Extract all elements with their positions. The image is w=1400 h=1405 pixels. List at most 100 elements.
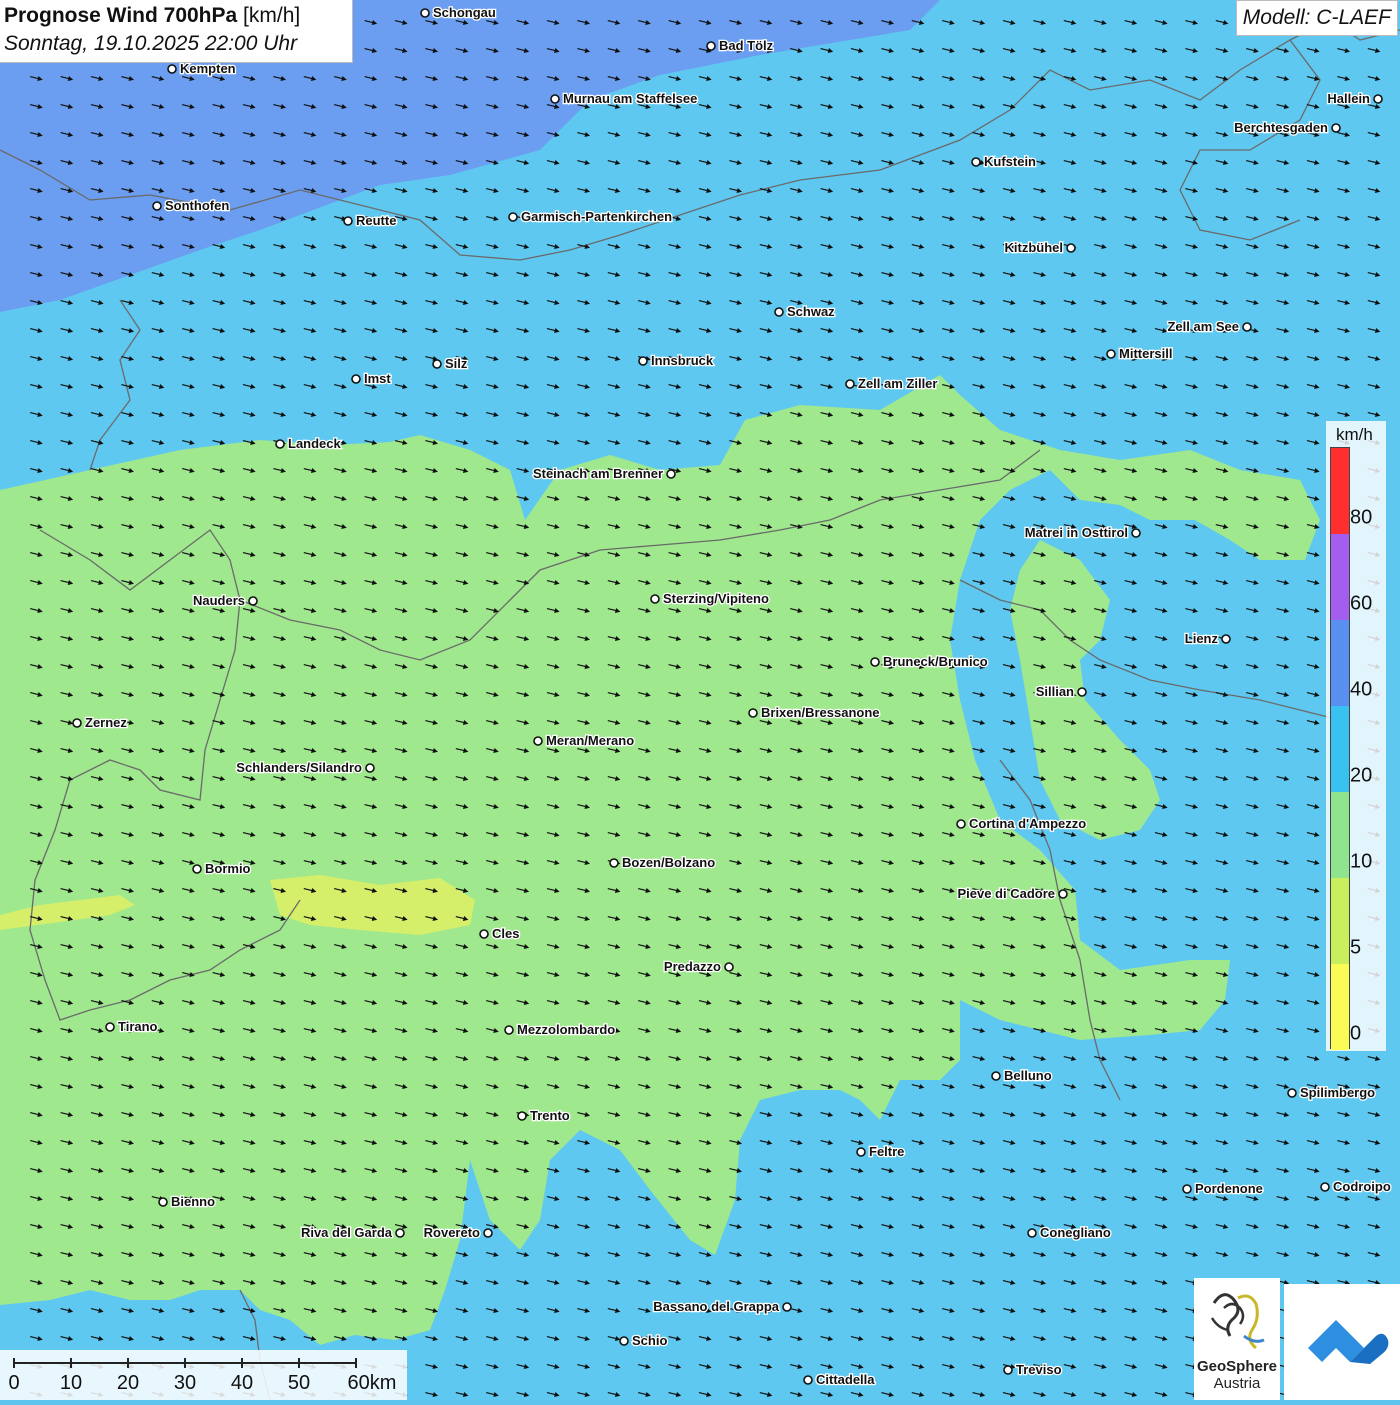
scale-bar: 0 10 20 30 40 50 60km — [0, 1350, 407, 1400]
legend-color-step — [1331, 878, 1349, 964]
city-label: Zell am See — [1167, 319, 1239, 334]
legend-unit: km/h — [1336, 425, 1373, 444]
city-marker: Garmisch-Partenkirchen — [508, 208, 673, 225]
city-label: Bad Tölz — [719, 38, 774, 53]
city-label: Lienz — [1185, 631, 1219, 646]
weather-app-logo — [1284, 1284, 1400, 1400]
city-marker: Sonthofen — [152, 197, 231, 214]
city-marker: Bozen/Bolzano — [609, 854, 717, 871]
city-marker: Mezzolombardo — [504, 1021, 617, 1038]
city-label: Spilimbergo — [1300, 1085, 1375, 1100]
scale-label: 0 — [8, 1372, 20, 1394]
legend-color-bar — [1330, 447, 1350, 1050]
geosphere-logo: GeoSphere Austria — [1194, 1278, 1280, 1400]
map-title-main: Prognose Wind 700hPa — [4, 4, 238, 27]
scale-label: 10 — [59, 1372, 83, 1394]
city-label: Meran/Merano — [546, 733, 634, 748]
city-marker: Matrei in Osttirol — [1023, 524, 1141, 541]
city-marker: Bruneck/Brunico — [870, 653, 989, 670]
city-marker: Cortina d'Ampezzo — [956, 815, 1088, 832]
scale-label: 20 — [116, 1372, 140, 1394]
city-label: Codroipo — [1333, 1179, 1391, 1194]
city-label: Bormio — [205, 861, 251, 876]
city-label: Sterzing/Vipiteno — [663, 591, 769, 606]
scale-label: 40 — [230, 1372, 254, 1394]
city-label: Feltre — [869, 1144, 904, 1159]
city-label: Treviso — [1016, 1362, 1062, 1377]
city-label: Zell am Ziller — [858, 376, 937, 391]
city-label: Schongau — [433, 5, 496, 20]
geosphere-logo-line1: GeoSphere — [1196, 1358, 1278, 1375]
scale-label: 30 — [173, 1372, 197, 1394]
city-marker: Zell am See — [1166, 318, 1252, 335]
city-label: Mezzolombardo — [517, 1022, 615, 1037]
title-box: Prognose Wind 700hPa [km/h] Sonntag, 19.… — [0, 0, 353, 63]
city-label: Mittersill — [1119, 346, 1172, 361]
city-label: Brixen/Bressanone — [761, 705, 880, 720]
scale-tick — [13, 1358, 15, 1368]
city-marker: Schongau — [420, 4, 497, 21]
city-label: Bienno — [171, 1194, 215, 1209]
city-marker: Conegliano — [1027, 1224, 1112, 1241]
model-label: Modell: C-LAEF — [1235, 0, 1398, 36]
city-marker: Murnau am Staffelsee — [550, 90, 699, 107]
city-marker: Schlanders/Silandro — [235, 759, 375, 776]
city-label: Imst — [364, 371, 391, 386]
legend-tick: 40 — [1350, 678, 1373, 701]
city-label: Hallein — [1327, 91, 1370, 106]
city-label: Conegliano — [1040, 1225, 1111, 1240]
geosphere-emblem-icon — [1210, 1293, 1265, 1350]
legend-color-step — [1331, 448, 1349, 534]
city-label: Predazzo — [664, 959, 721, 974]
legend-tick: 20 — [1350, 764, 1373, 787]
legend-color-step — [1331, 620, 1349, 706]
city-label: Schio — [632, 1333, 667, 1348]
city-marker: Zell am Ziller — [845, 375, 939, 392]
city-label: Trento — [530, 1108, 570, 1123]
scale-tick — [70, 1358, 72, 1368]
legend-tick: 5 — [1350, 936, 1362, 959]
city-marker: Steinach am Brenner — [532, 465, 676, 482]
city-label: Pordenone — [1195, 1181, 1263, 1196]
city-label: Bassano del Grappa — [653, 1299, 779, 1314]
map-title-unit: [km/h] — [243, 4, 301, 27]
city-label: Nauders — [193, 593, 245, 608]
city-label: Cittadella — [816, 1372, 875, 1387]
city-label: Matrei in Osttirol — [1025, 525, 1128, 540]
legend-color-step — [1331, 964, 1349, 1050]
scale-tick — [241, 1358, 243, 1368]
scale-label: 50 — [287, 1372, 311, 1394]
city-marker: Brixen/Bressanone — [748, 704, 881, 721]
city-marker: Meran/Merano — [533, 732, 635, 749]
city-label: Riva del Garda — [301, 1225, 393, 1240]
city-label: Reutte — [356, 213, 396, 228]
city-label: Cles — [492, 926, 519, 941]
city-label: Steinach am Brenner — [533, 466, 663, 481]
legend-color-step — [1331, 534, 1349, 620]
city-label: Kempten — [180, 61, 236, 76]
city-marker: Berchtesgaden — [1233, 119, 1341, 136]
city-label: Kitzbühel — [1005, 240, 1064, 255]
city-label: Zernez — [85, 715, 127, 730]
legend-tick: 80 — [1350, 506, 1373, 529]
city-label: Silz — [445, 356, 468, 371]
city-label: Murnau am Staffelsee — [563, 91, 697, 106]
city-label: Sillian — [1036, 684, 1074, 699]
map-title: Prognose Wind 700hPa [km/h] — [4, 4, 300, 28]
city-label: Berchtesgaden — [1234, 120, 1328, 135]
city-label: Innsbruck — [651, 353, 714, 368]
city-label: Garmisch-Partenkirchen — [521, 209, 672, 224]
city-label: Schwaz — [787, 304, 835, 319]
city-marker: Innsbruck — [638, 352, 715, 369]
legend-tick: 0 — [1350, 1022, 1362, 1045]
wind-map: Schongau Bad Tölz Kempten Murnau am Staffel… — [0, 0, 1400, 1400]
city-label: Bruneck/Brunico — [883, 654, 988, 669]
city-marker: Riva del Garda — [300, 1224, 405, 1241]
scale-tick — [184, 1358, 186, 1368]
color-legend: km/h 80 60 40 20 10 5 0 — [1326, 421, 1386, 1051]
scale-tick — [355, 1358, 357, 1368]
city-marker: Spilimbergo — [1287, 1084, 1376, 1101]
city-label: Bozen/Bolzano — [622, 855, 715, 870]
city-label: Schlanders/Silandro — [236, 760, 362, 775]
legend-color-step — [1331, 792, 1349, 878]
